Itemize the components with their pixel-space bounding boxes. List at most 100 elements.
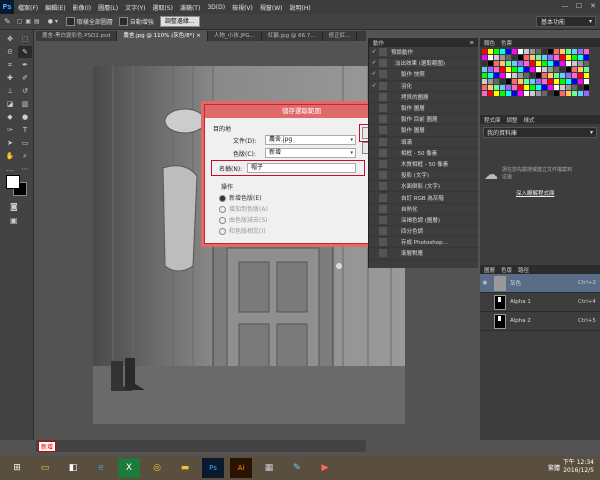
- swatch[interactable]: [578, 85, 583, 90]
- swatch[interactable]: [554, 91, 559, 96]
- action-item[interactable]: 自熱化: [369, 204, 478, 215]
- channel-row-alpha2[interactable]: Alpha 2 Ctrl+5: [480, 312, 600, 331]
- swatch[interactable]: [518, 55, 523, 60]
- taskbar-clock[interactable]: 下午 12:34 2016/12/5: [563, 459, 594, 475]
- tab-color[interactable]: 顏色: [484, 39, 495, 47]
- swatch[interactable]: [548, 61, 553, 66]
- screen-mode-icon[interactable]: ▣: [10, 216, 18, 225]
- tab-channels[interactable]: 色版: [501, 266, 512, 274]
- action-item[interactable]: 四分色調: [369, 226, 478, 238]
- document-dropdown[interactable]: 農舍.jpg ▾: [265, 135, 356, 145]
- swatch[interactable]: [482, 85, 487, 90]
- paint-icon[interactable]: ✎: [286, 458, 308, 478]
- swatch[interactable]: [524, 61, 529, 66]
- maximize-icon[interactable]: ☐: [574, 1, 584, 11]
- swatch[interactable]: [554, 49, 559, 54]
- swatch[interactable]: [500, 67, 505, 72]
- sample-all-checkbox[interactable]: [65, 17, 75, 26]
- swatch[interactable]: [572, 85, 577, 90]
- action-toggle-icon[interactable]: [379, 227, 387, 236]
- swatch[interactable]: [524, 49, 529, 54]
- swatch[interactable]: [482, 67, 487, 72]
- action-item[interactable]: 製作 圖層: [369, 103, 478, 115]
- chrome-icon[interactable]: ◎: [146, 458, 168, 478]
- swatch[interactable]: [488, 67, 493, 72]
- dodge-tool-icon[interactable]: ●: [18, 111, 32, 123]
- swatch[interactable]: [566, 67, 571, 72]
- mode-add-icon[interactable]: ▣: [25, 18, 31, 25]
- action-check-icon[interactable]: ✓: [369, 49, 379, 55]
- brush-tool-icon[interactable]: ✐: [18, 72, 32, 84]
- swatch[interactable]: [584, 55, 589, 60]
- swatch[interactable]: [488, 49, 493, 54]
- action-toggle-icon[interactable]: [379, 70, 387, 79]
- excel-icon[interactable]: X: [118, 458, 140, 478]
- illustrator-icon[interactable]: Ai: [230, 458, 252, 478]
- channel-dropdown[interactable]: 新增 ▾: [265, 148, 356, 158]
- swatch[interactable]: [482, 49, 487, 54]
- action-item[interactable]: 拷貝的圖層: [369, 92, 478, 103]
- action-item[interactable]: 存成 Photoshop...: [369, 237, 478, 249]
- swatch[interactable]: [584, 85, 589, 90]
- action-check-icon[interactable]: ✓: [369, 60, 379, 66]
- swatch[interactable]: [482, 61, 487, 66]
- swatch[interactable]: [506, 61, 511, 66]
- action-toggle-icon[interactable]: [379, 238, 387, 247]
- action-toggle-icon[interactable]: [379, 148, 387, 157]
- action-item[interactable]: ✓ 淡出效果 (選取範圍): [369, 58, 478, 70]
- quick-select-icon[interactable]: ✎: [4, 17, 11, 26]
- history-brush-tool-icon[interactable]: ↺: [18, 85, 32, 97]
- swatch[interactable]: [542, 67, 547, 72]
- swatch[interactable]: [572, 79, 577, 84]
- swatch[interactable]: [566, 73, 571, 78]
- swatch[interactable]: [578, 91, 583, 96]
- swatch[interactable]: [542, 61, 547, 66]
- swatch[interactable]: [524, 73, 529, 78]
- swatch[interactable]: [512, 67, 517, 72]
- photoshop-icon[interactable]: Ps: [202, 458, 224, 478]
- swatch[interactable]: [494, 91, 499, 96]
- swatch[interactable]: [536, 91, 541, 96]
- swatch[interactable]: [566, 49, 571, 54]
- auto-enhance-checkbox[interactable]: [118, 17, 128, 26]
- path-select-tool-icon[interactable]: ➤: [3, 137, 17, 149]
- menu-window[interactable]: 視窗(W): [260, 3, 283, 12]
- action-item[interactable]: 自訂 RGB 為灰階: [369, 192, 478, 204]
- swatch[interactable]: [500, 49, 505, 54]
- swatch[interactable]: [512, 79, 517, 84]
- quick-mask-icon[interactable]: ◙: [10, 202, 18, 211]
- menu-layer[interactable]: 圖層(L): [98, 3, 118, 12]
- swatch[interactable]: [542, 91, 547, 96]
- eraser-tool-icon[interactable]: ◪: [3, 98, 17, 110]
- swatch[interactable]: [500, 85, 505, 90]
- op-new-channel-radio[interactable]: 新增色版(E): [219, 193, 261, 202]
- action-check-icon[interactable]: ✓: [369, 83, 379, 89]
- timeline-tab[interactable]: 新增: [38, 441, 57, 452]
- swatch[interactable]: [548, 73, 553, 78]
- file-explorer-icon[interactable]: ▭: [34, 458, 56, 478]
- stamp-tool-icon[interactable]: ⊥: [3, 85, 17, 97]
- swatch[interactable]: [566, 85, 571, 90]
- swatch[interactable]: [572, 55, 577, 60]
- swatch[interactable]: [554, 67, 559, 72]
- swatch[interactable]: [548, 79, 553, 84]
- swatch[interactable]: [488, 85, 493, 90]
- windows-start-icon[interactable]: ⊞: [6, 458, 28, 478]
- action-item[interactable]: 填滿: [369, 137, 478, 148]
- menu-view[interactable]: 檢視(V): [232, 3, 253, 12]
- swatch[interactable]: [560, 79, 565, 84]
- swatch[interactable]: [512, 91, 517, 96]
- zoom-tool-icon[interactable]: ⌕: [18, 150, 32, 162]
- edit-toolbar-icon[interactable]: ⋯: [18, 163, 32, 175]
- swatch[interactable]: [584, 91, 589, 96]
- swatch[interactable]: [530, 61, 535, 66]
- swatch[interactable]: [488, 73, 493, 78]
- swatch[interactable]: [536, 61, 541, 66]
- swatch[interactable]: [494, 49, 499, 54]
- swatch[interactable]: [512, 61, 517, 66]
- swatch[interactable]: [524, 79, 529, 84]
- swatch[interactable]: [524, 67, 529, 72]
- library-dropdown[interactable]: 我的資料庫 ▾: [483, 127, 597, 138]
- swatch[interactable]: [494, 55, 499, 60]
- pen-tool-icon[interactable]: ✑: [3, 124, 17, 136]
